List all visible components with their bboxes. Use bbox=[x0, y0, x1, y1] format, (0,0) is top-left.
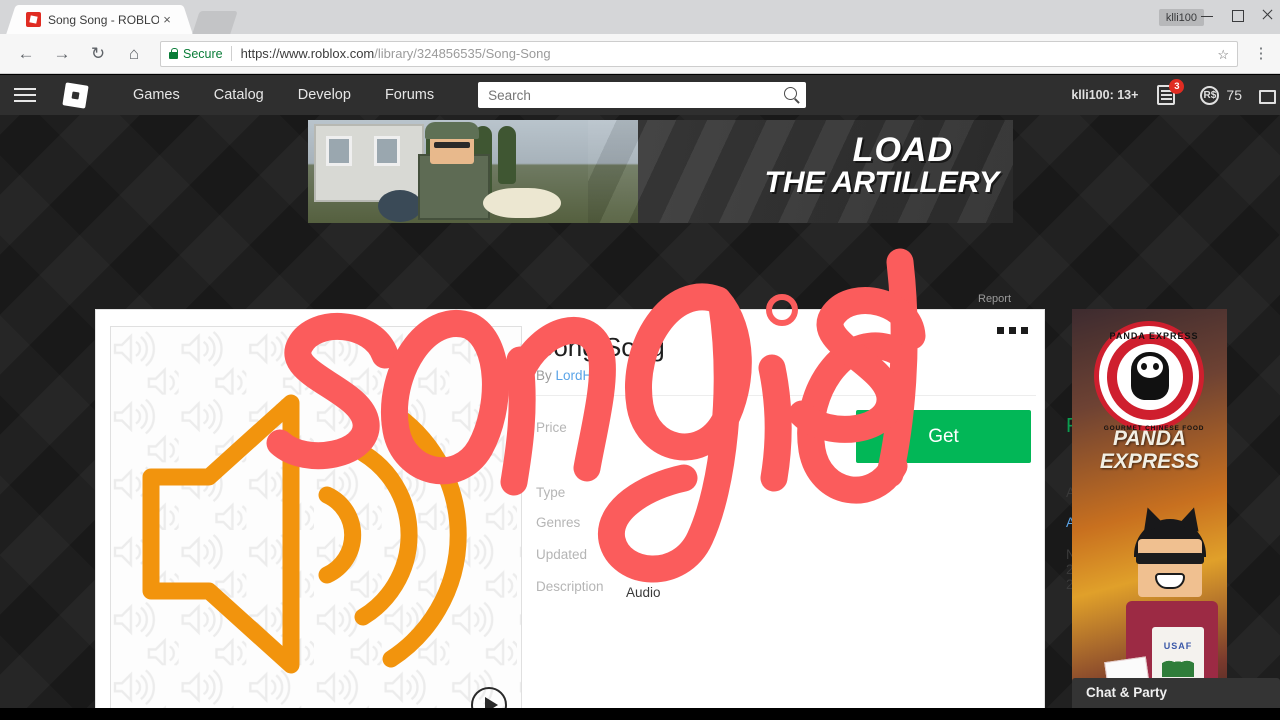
nav-link-forums[interactable]: Forums bbox=[385, 87, 434, 103]
roblox-nav-bar: Games Catalog Develop Forums klli100: 13… bbox=[0, 75, 1280, 115]
address-bar-url: https://www.roblox.com/library/324856535… bbox=[241, 46, 551, 61]
lock-icon bbox=[169, 48, 178, 59]
get-button[interactable]: Get bbox=[856, 410, 1031, 463]
window-close-icon[interactable] bbox=[1260, 8, 1274, 22]
panda-express-logo-icon: PANDA EXPRESS GOURMET CHINESE FOOD bbox=[1094, 321, 1204, 432]
reload-icon[interactable]: ↻ bbox=[84, 40, 112, 68]
detail-label-description: Description bbox=[536, 579, 604, 594]
close-icon[interactable]: × bbox=[159, 12, 175, 28]
browser-toolbar: ← → ↻ ⌂ Secure https://www.roblox.com/li… bbox=[0, 34, 1280, 74]
letterbox-bottom bbox=[0, 708, 1280, 720]
browser-menu-icon[interactable]: ⋮ bbox=[1248, 46, 1274, 61]
back-icon[interactable]: ← bbox=[12, 40, 40, 68]
hamburger-menu-icon[interactable] bbox=[14, 87, 36, 103]
robux-balance[interactable]: R$ 75 bbox=[1200, 85, 1242, 105]
detail-label-genres: Genres bbox=[536, 515, 581, 530]
chat-and-party-bar[interactable]: Chat & Party bbox=[1072, 678, 1280, 708]
url-host: https://www.roblox.com bbox=[240, 46, 375, 61]
sidebar-ad[interactable]: PANDA EXPRESS GOURMET CHINESE FOOD PANDA… bbox=[1072, 309, 1227, 708]
detail-row-genres: Genres All bbox=[536, 515, 1081, 530]
search-icon[interactable] bbox=[784, 87, 798, 100]
nav-username[interactable]: klli100: 13+ bbox=[1071, 88, 1138, 102]
panda-logo-top-text: PANDA EXPRESS bbox=[1109, 331, 1199, 341]
address-bar[interactable]: Secure https://www.roblox.com/library/32… bbox=[160, 40, 1238, 67]
report-ad-link[interactable]: Report bbox=[978, 293, 1011, 305]
robux-icon: R$ bbox=[1200, 85, 1220, 105]
nav-link-develop[interactable]: Develop bbox=[298, 87, 351, 103]
audio-thumbnail[interactable] bbox=[110, 326, 522, 708]
browser-tab[interactable]: Song Song - ROBLOX × bbox=[18, 5, 181, 34]
minimize-icon[interactable] bbox=[1200, 8, 1214, 22]
messages-icon[interactable]: 3 bbox=[1156, 79, 1185, 106]
detail-label-price: Price bbox=[536, 420, 567, 435]
tab-title: Song Song - ROBLOX bbox=[48, 12, 159, 27]
search-input[interactable] bbox=[478, 87, 807, 103]
screen: Song Song - ROBLOX × klli100 ← → ↻ ⌂ Sec… bbox=[0, 0, 1280, 720]
nav-link-catalog[interactable]: Catalog bbox=[214, 87, 264, 103]
search-box[interactable] bbox=[478, 82, 807, 108]
nav-right-cluster: klli100: 13+ 3 R$ 75 bbox=[1071, 75, 1280, 115]
omnibox-divider bbox=[230, 46, 232, 61]
home-icon[interactable]: ⌂ bbox=[120, 40, 148, 68]
banner-text: LOAD THE ARTILLERY bbox=[764, 131, 999, 200]
bookmark-star-icon[interactable]: ☆ bbox=[1217, 47, 1229, 63]
panda-logo-text: PANDA EXPRESS GOURMET CHINESE FOOD bbox=[1099, 326, 1209, 436]
message-count-badge: 3 bbox=[1169, 79, 1185, 94]
browser-tab-strip: Song Song - ROBLOX × klli100 bbox=[0, 0, 1280, 34]
by-prefix: By bbox=[536, 368, 552, 383]
detail-label-type: Type bbox=[536, 485, 566, 500]
window-controls bbox=[1200, 8, 1274, 22]
roblox-logo-icon[interactable] bbox=[62, 81, 89, 109]
cart-icon[interactable] bbox=[1258, 87, 1276, 104]
panda-brush-line-1: PANDA bbox=[1112, 427, 1187, 450]
roblox-page: Games Catalog Develop Forums klli100: 13… bbox=[0, 75, 1280, 708]
detail-row-description: Description bbox=[536, 579, 604, 594]
card-divider bbox=[536, 395, 1036, 396]
more-options-icon[interactable] bbox=[997, 327, 1028, 334]
panda-brush-line-2: EXPRESS bbox=[1099, 450, 1200, 474]
forward-icon[interactable]: → bbox=[48, 40, 76, 68]
avatar-shirt-text: USAF bbox=[1163, 641, 1193, 651]
creator-link[interactable]: LordHas bbox=[556, 368, 607, 383]
description-body: Audio bbox=[626, 585, 661, 600]
item-detail-card: Song Song By LordHas Price Free Type Aud… bbox=[95, 309, 1107, 708]
url-path: /library/324856535/Song-Song bbox=[374, 46, 551, 61]
detail-row-updated: Updated Nov. 28, 2015 bbox=[536, 547, 1096, 592]
banner-ad[interactable]: LOAD THE ARTILLERY bbox=[308, 120, 1013, 223]
banner-wheel-graphic bbox=[378, 190, 422, 222]
profile-name-badge[interactable]: klli100 bbox=[1158, 9, 1204, 26]
banner-line-2: THE ARTILLERY bbox=[764, 166, 999, 200]
secure-label: Secure bbox=[183, 46, 223, 61]
detail-row-price: Price Free bbox=[536, 415, 1107, 437]
roblox-favicon-icon bbox=[26, 12, 41, 27]
detail-row-type: Type Audio bbox=[536, 485, 1101, 500]
chat-and-party-label: Chat & Party bbox=[1086, 685, 1168, 700]
speaker-icon bbox=[142, 394, 467, 674]
maximize-icon[interactable] bbox=[1230, 8, 1244, 22]
panda-brush-text: PANDA EXPRESS bbox=[1072, 427, 1227, 473]
detail-label-updated: Updated bbox=[536, 547, 588, 562]
page-title: Song Song bbox=[536, 332, 665, 362]
banner-line-1: LOAD bbox=[852, 131, 953, 169]
robux-amount: 75 bbox=[1226, 87, 1242, 103]
creator-line: By LordHas bbox=[536, 368, 607, 383]
new-tab-button[interactable] bbox=[192, 11, 238, 34]
nav-link-games[interactable]: Games bbox=[133, 87, 180, 103]
